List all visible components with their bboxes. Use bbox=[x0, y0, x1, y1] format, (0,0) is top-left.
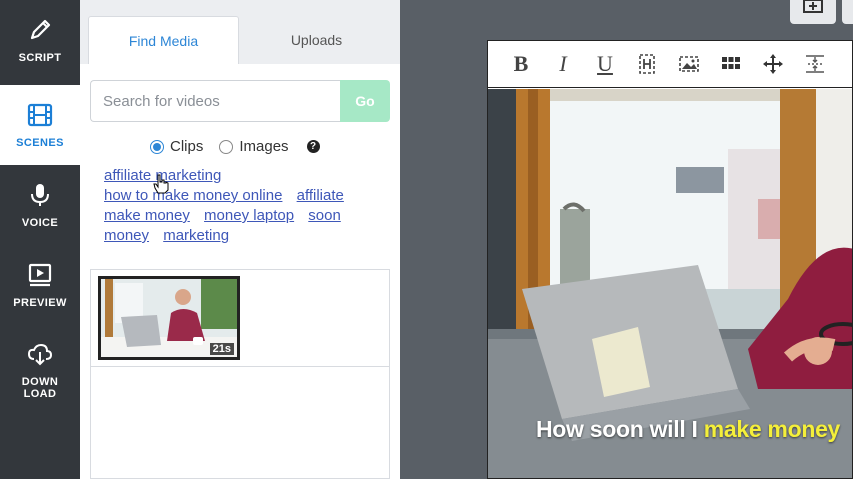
nav-script-label: SCRIPT bbox=[18, 52, 62, 64]
hand-cursor-icon bbox=[153, 174, 169, 194]
grid-button[interactable] bbox=[710, 49, 752, 79]
suggested-tags: affiliate marketing how to make money on… bbox=[104, 166, 374, 246]
clips-option[interactable]: Clips bbox=[150, 138, 203, 155]
nav-download-label-line2: LOAD bbox=[23, 388, 57, 400]
tag-link[interactable]: make money bbox=[104, 207, 190, 224]
tag-link[interactable]: affiliate bbox=[297, 187, 344, 204]
nav-preview-label: PREVIEW bbox=[13, 297, 67, 309]
film-icon bbox=[27, 103, 53, 127]
nav-script[interactable]: SCRIPT bbox=[0, 0, 80, 80]
text-box-icon bbox=[639, 54, 655, 74]
bold-button[interactable]: B bbox=[500, 49, 542, 79]
help-icon[interactable]: ? bbox=[306, 140, 320, 153]
left-nav: SCRIPT SCENES VOICE PREVIEW DOWN LOAD bbox=[0, 0, 80, 479]
italic-glyph: I bbox=[559, 51, 567, 76]
move-arrows-icon bbox=[763, 54, 783, 74]
clip-duration: 21s bbox=[209, 343, 234, 355]
results-divider bbox=[91, 366, 389, 367]
clips-label: Clips bbox=[170, 138, 204, 155]
scene-editor: B I U How soon will I make money bbox=[487, 40, 853, 479]
vertical-align-icon bbox=[806, 55, 824, 73]
tab-find-media[interactable]: Find Media bbox=[88, 16, 239, 64]
more-button[interactable] bbox=[842, 0, 853, 24]
microphone-icon bbox=[31, 184, 49, 206]
search-bar: Go bbox=[90, 80, 390, 122]
grid-icon bbox=[722, 57, 740, 69]
text-toolbar: B I U bbox=[488, 41, 852, 88]
vertical-align-button[interactable] bbox=[794, 49, 836, 79]
tag-link[interactable]: marketing bbox=[163, 227, 229, 244]
results-grid: 21s bbox=[90, 269, 390, 479]
media-type-selector: Clips Images ? bbox=[150, 138, 320, 155]
scene-caption[interactable]: How soon will I make money bbox=[536, 416, 840, 443]
underline-button[interactable]: U bbox=[584, 49, 626, 79]
media-panel: Find Media Uploads Go Clips Images ? aff… bbox=[80, 0, 400, 479]
go-button[interactable]: Go bbox=[340, 80, 390, 122]
clip-thumbnail[interactable]: 21s bbox=[98, 276, 240, 360]
tag-link[interactable]: money bbox=[104, 227, 149, 244]
add-frame-icon bbox=[803, 0, 823, 13]
cloud-download-icon bbox=[27, 343, 53, 366]
text-box-button[interactable] bbox=[626, 49, 668, 79]
nav-download[interactable]: DOWN LOAD bbox=[0, 330, 80, 410]
nav-scenes[interactable]: SCENES bbox=[0, 85, 80, 165]
media-tabs: Find Media Uploads bbox=[80, 0, 400, 64]
bold-glyph: B bbox=[513, 51, 529, 76]
nav-preview[interactable]: PREVIEW bbox=[0, 245, 80, 325]
clips-radio[interactable] bbox=[150, 139, 164, 154]
nav-download-label: DOWN LOAD bbox=[22, 376, 58, 400]
tab-uploads[interactable]: Uploads bbox=[239, 16, 394, 64]
add-scene-button[interactable] bbox=[790, 0, 836, 24]
images-option[interactable]: Images bbox=[219, 138, 289, 155]
image-button[interactable] bbox=[668, 49, 710, 79]
images-radio[interactable] bbox=[219, 139, 234, 154]
nav-voice[interactable]: VOICE bbox=[0, 165, 80, 245]
play-preview-icon bbox=[28, 263, 52, 287]
nav-download-label-line1: DOWN bbox=[21, 376, 59, 388]
underline-glyph: U bbox=[597, 51, 613, 76]
italic-button[interactable]: I bbox=[542, 49, 584, 79]
nav-voice-label: VOICE bbox=[21, 217, 59, 229]
caption-text: How soon will I bbox=[536, 416, 704, 442]
scene-video-preview[interactable]: How soon will I make money bbox=[488, 89, 852, 478]
images-label: Images bbox=[239, 138, 289, 155]
tag-link[interactable]: how to make money online bbox=[104, 187, 282, 204]
search-input[interactable] bbox=[90, 80, 340, 122]
move-button[interactable] bbox=[752, 49, 794, 79]
caption-highlight: make money bbox=[703, 416, 841, 442]
tag-link[interactable]: money laptop bbox=[204, 207, 294, 224]
nav-scenes-label: SCENES bbox=[16, 137, 64, 149]
tag-link[interactable]: soon bbox=[308, 207, 341, 224]
pencil-icon bbox=[30, 19, 51, 40]
image-icon bbox=[679, 56, 699, 72]
